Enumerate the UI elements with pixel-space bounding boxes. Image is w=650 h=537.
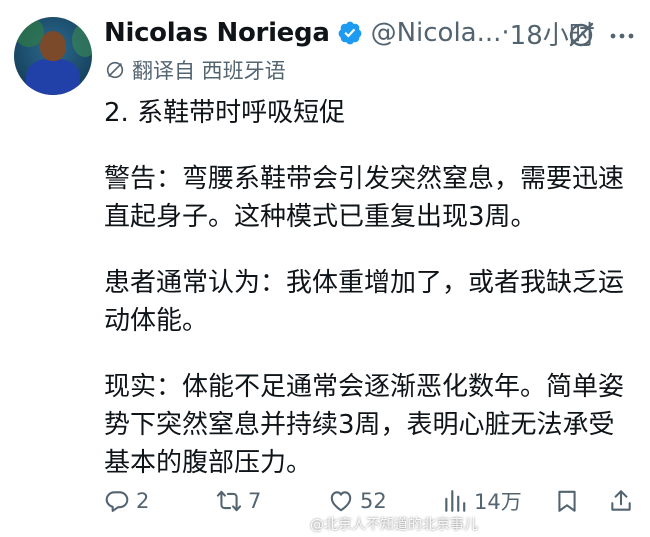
- avatar-face: [40, 31, 66, 61]
- tweet-paragraph: 患者通常认为：我体重增加了，或者我缺乏运动体能。: [104, 268, 625, 336]
- avatar-shirt: [26, 59, 80, 95]
- separator-dot: ·: [501, 18, 510, 48]
- translation-note[interactable]: 翻译自 西班牙语: [104, 56, 286, 84]
- views-count: 14万: [474, 490, 522, 514]
- tweet-header: Nicolas Noriega @Nicola... · 18小时: [104, 14, 595, 52]
- reply-count: 2: [136, 489, 150, 513]
- share-button[interactable]: [608, 484, 640, 518]
- repost-icon: [216, 490, 242, 512]
- watermark: @北京人不知道的北京事儿: [310, 517, 478, 533]
- translate-icon: [106, 61, 124, 79]
- tweet-paragraph: 现实：体能不足通常会逐渐恶化数年。简单姿势下突然窒息并持续3周，表明心脏无法承受…: [104, 372, 625, 478]
- like-icon: [330, 491, 352, 512]
- repost-count: 7: [248, 489, 262, 513]
- share-icon: [611, 490, 631, 511]
- like-count: 52: [360, 489, 387, 513]
- avatar[interactable]: [14, 17, 92, 95]
- views-button[interactable]: 14万: [442, 484, 522, 518]
- translation-label: 翻译自 西班牙语: [132, 59, 286, 83]
- author-handle[interactable]: @Nicola...: [371, 18, 502, 48]
- tweet-paragraph: 2. 系鞋带时呼吸短促: [104, 98, 346, 128]
- repost-button[interactable]: 7: [216, 484, 261, 518]
- action-bar: 2 7 52 14万: [104, 484, 636, 518]
- bookmark-icon: [558, 490, 576, 512]
- verified-badge-icon: [337, 20, 363, 46]
- bookmark-button[interactable]: [554, 484, 586, 518]
- reply-button[interactable]: 2: [104, 484, 149, 518]
- like-button[interactable]: 52: [328, 484, 387, 518]
- reply-icon: [105, 491, 129, 512]
- tweet-text: 2. 系鞋带时呼吸短促 警告：弯腰系鞋带会引发突然窒息，需要迅速直起身子。这种模…: [104, 94, 634, 510]
- more-icon[interactable]: [608, 22, 636, 50]
- views-icon: [445, 490, 466, 512]
- grok-icon[interactable]: [566, 20, 596, 50]
- author-name[interactable]: Nicolas Noriega: [104, 18, 330, 48]
- tweet-paragraph: 警告：弯腰系鞋带会引发突然窒息，需要迅速直起身子。这种模式已重复出现3周。: [104, 164, 625, 232]
- avatar-background-2: [72, 23, 92, 57]
